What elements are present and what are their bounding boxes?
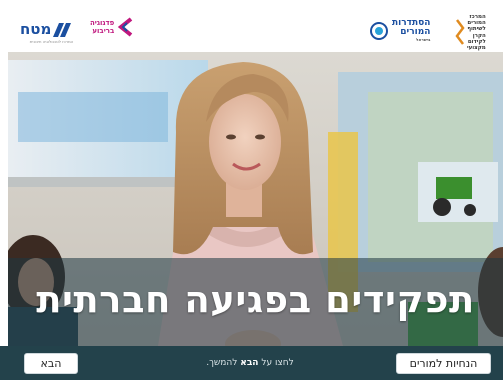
matach-logo-subtitle: המרכז לטכנולוגיה חינוכית	[29, 39, 74, 44]
briga-line-1: פדגוגיה	[90, 19, 115, 27]
matach-mark-icon	[53, 22, 72, 37]
pedagogy-squared-text: פדגוגיה בריבוע	[90, 19, 114, 35]
professional-fund-logo: המרכז המורים לשיתוף הקרן לקידום מקצועי	[455, 14, 486, 51]
briga-line-2: בריבוע	[92, 27, 115, 35]
next-button[interactable]: הבא	[24, 353, 78, 374]
pedagogy-squared-logo: פדגוגיה בריבוע	[90, 17, 133, 37]
footer-bar: הנחיות למורים לחצו על הבא להמשך. הבא	[0, 346, 503, 380]
matach-logo-text: מטח	[20, 20, 52, 38]
hist-subtitle: בישראל	[416, 37, 431, 42]
teachers-union-emblem-icon	[370, 22, 388, 40]
keren-mark-icon	[455, 18, 465, 45]
teacher-guidelines-button[interactable]: הנחיות למורים	[396, 353, 491, 374]
keren-line-3: לשיתוף	[467, 26, 486, 33]
teachers-union-text: הסתדרות המורים בישראל	[392, 19, 430, 43]
header: מטח המרכז לטכנולוגיה חינוכית פדגוגיה ברי…	[0, 0, 503, 52]
matach-logo: מטח המרכז לטכנולוגיה חינוכית	[20, 22, 73, 45]
instruction-bold: הבא	[240, 358, 259, 368]
chevron-logo-icon	[118, 17, 133, 37]
professional-fund-text: המרכז המורים לשיתוף הקרן לקידום מקצועי	[467, 14, 486, 51]
keren-line-6: מקצועי	[467, 45, 486, 52]
instruction-suffix: להמשך.	[206, 358, 238, 368]
instruction-prefix: לחצו על	[261, 358, 294, 368]
teachers-union-logo: הסתדרות המורים בישראל	[370, 19, 430, 43]
hist-line-2: המורים	[400, 27, 431, 37]
page-title: תפקידים בפגיעה חברתית	[36, 278, 475, 321]
instruction-text: לחצו על הבא להמשך.	[150, 356, 350, 370]
